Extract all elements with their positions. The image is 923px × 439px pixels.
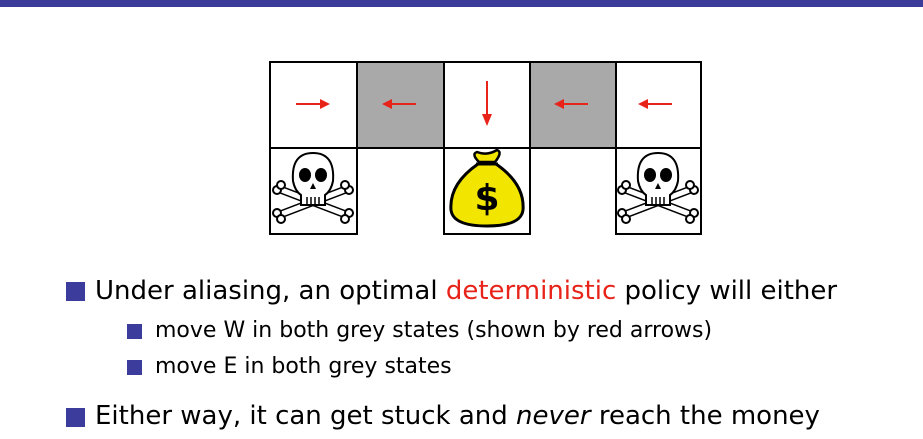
bullet-aliasing: Under aliasing, an optimal deterministic… [95,276,837,306]
never-emphasis: never [516,401,591,431]
bullet-stuck-text-end: reach the money [590,401,820,431]
sub-bullet-move-e: move E in both grey states [155,354,452,379]
svg-text:$: $ [474,178,499,219]
deterministic-highlight: deterministic [445,276,617,306]
bullet-stuck-text: Either way, it can get stuck and [95,401,517,431]
sub-bullet-square-icon [127,360,142,375]
bullet-aliasing-text-end: policy will either [616,276,838,306]
bullet-stuck: Either way, it can get stuck and never r… [95,401,820,431]
gridworld: $ [269,61,702,235]
sub-bullet-move-w: move W in both grey states (shown by red… [155,318,713,343]
sub-bullet-square-icon [127,324,142,339]
bullet-square-icon [66,282,85,301]
bullet-square-icon [66,408,85,427]
bullet-aliasing-text: Under aliasing, an optimal [95,276,446,306]
